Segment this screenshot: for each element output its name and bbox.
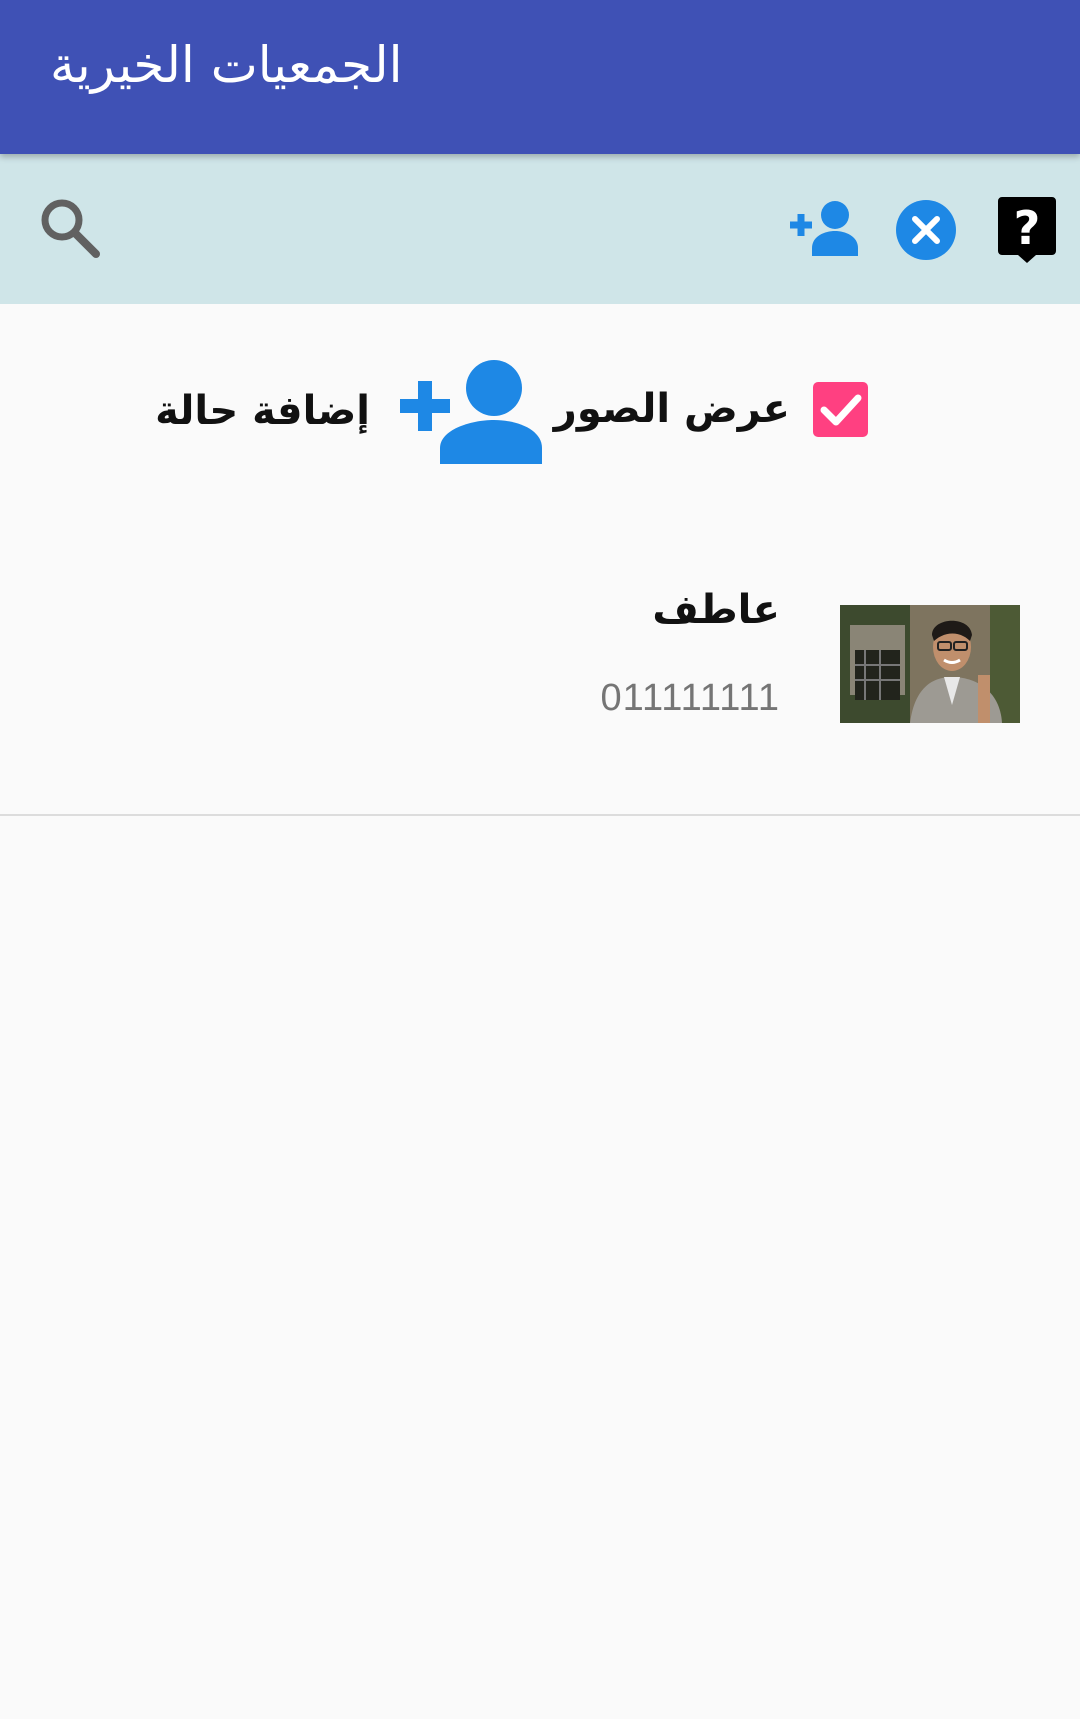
add-case-label: إضافة حالة [155, 388, 370, 434]
add-case-button[interactable]: إضافة حالة [155, 354, 550, 464]
search-icon[interactable] [38, 196, 102, 260]
toolbar: ? [0, 154, 1080, 304]
case-name: عاطف [652, 587, 780, 633]
case-list-item[interactable]: عاطف 011111111 [0, 560, 1080, 816]
add-person-icon[interactable] [790, 200, 858, 256]
show-images-checkbox[interactable] [813, 382, 868, 437]
app-bar: الجمعيات الخيرية [0, 0, 1080, 154]
help-icon[interactable]: ? [998, 197, 1056, 263]
controls-row: عرض الصور إضافة حالة [0, 304, 1080, 464]
case-phone: 011111111 [600, 677, 780, 719]
app-title: الجمعيات الخيرية [50, 36, 403, 94]
svg-text:?: ? [1014, 201, 1041, 255]
show-images-label[interactable]: عرض الصور [554, 382, 790, 436]
cancel-icon[interactable] [896, 200, 956, 260]
add-person-icon [400, 360, 542, 464]
case-photo [840, 605, 1020, 723]
